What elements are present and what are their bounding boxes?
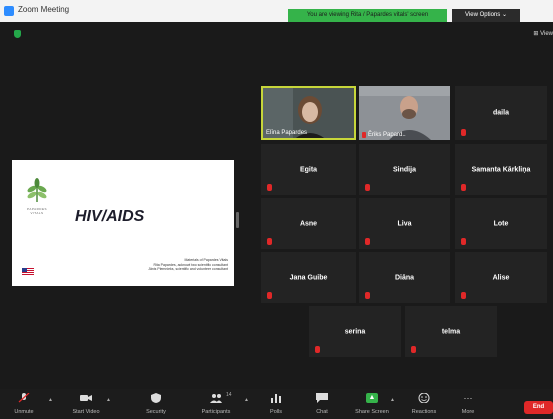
- shield-icon: [151, 393, 161, 403]
- caret-up-icon[interactable]: ▲: [106, 397, 111, 403]
- muted-mic-icon: [365, 238, 370, 245]
- participant-name: serina: [344, 328, 366, 335]
- caret-up-icon[interactable]: ▲: [390, 397, 395, 403]
- start-video-button[interactable]: Start Video: [64, 393, 108, 419]
- participant-tile[interactable]: Lote: [455, 198, 547, 249]
- participant-name: Samanta Kārkliņa: [471, 166, 531, 173]
- participant-name: Liva: [397, 220, 412, 227]
- muted-mic-icon: [411, 346, 416, 353]
- reactions-label: Reactions: [411, 409, 437, 415]
- participant-tile[interactable]: Diāna: [359, 252, 450, 303]
- chat-button[interactable]: Chat: [300, 393, 344, 419]
- caret-up-icon[interactable]: ▲: [48, 397, 53, 403]
- participant-tile[interactable]: Jana Guibe: [261, 252, 356, 303]
- security-shield-icon[interactable]: [14, 30, 21, 38]
- participant-tile[interactable]: Alise: [455, 252, 547, 303]
- participant-name: Egita: [299, 166, 318, 173]
- credit-line: Jānis Plemnieks, scientific and voluntee…: [148, 267, 228, 272]
- participant-tile[interactable]: serina: [309, 306, 401, 357]
- polls-icon: [271, 394, 281, 403]
- muted-mic-icon: [461, 292, 466, 299]
- logo-text: PAPARDES VITALS: [27, 207, 47, 215]
- polls-label: Polls: [270, 409, 282, 415]
- shared-screen-slide: PAPARDES VITALS HIV/AIDS Materials of Pa…: [12, 160, 234, 286]
- participant-name-label: Ēriks Papard..: [362, 132, 406, 138]
- participant-name: Alise: [492, 274, 510, 281]
- reactions-button[interactable]: Reactions: [402, 393, 446, 419]
- view-toggle-label: View: [540, 31, 553, 37]
- unmute-label: Unmute: [14, 409, 34, 415]
- chat-label: Chat: [316, 409, 328, 415]
- muted-mic-icon: [461, 129, 466, 136]
- muted-mic-icon: [267, 292, 272, 299]
- participant-tile[interactable]: Egita: [261, 144, 356, 195]
- participant-name: Diāna: [394, 274, 415, 281]
- participants-label: Participants: [201, 409, 231, 415]
- zoom-logo-icon: [4, 6, 14, 16]
- papardes-logo-icon: [27, 178, 47, 202]
- muted-mic-icon: [267, 238, 272, 245]
- title-bar: Zoom Meeting You are viewing Rita / Papa…: [0, 0, 553, 22]
- grid-icon: ⊞: [533, 31, 539, 37]
- participant-name: daila: [493, 109, 509, 117]
- participant-name: Lote: [493, 220, 509, 227]
- participant-name: Asne: [299, 220, 318, 227]
- participant-tile[interactable]: Samanta Kārkliņa: [455, 144, 547, 195]
- participant-name-label: Elīna Papardes: [266, 130, 307, 136]
- share-screen-button[interactable]: ▲ Share Screen: [350, 393, 394, 419]
- unmute-button[interactable]: Unmute: [2, 393, 46, 419]
- participant-name: Elīna Papardes: [266, 130, 308, 136]
- muted-mic-icon: [362, 132, 366, 138]
- participant-name: Ēriks Papard..: [368, 132, 406, 138]
- participant-tile[interactable]: daila: [455, 86, 547, 140]
- participant-name: Jana Guibe: [289, 274, 328, 281]
- muted-mic-icon: [267, 184, 272, 191]
- muted-mic-icon: [365, 184, 370, 191]
- slide-credits: Materials of Papardes Vitals Rita Papard…: [84, 258, 228, 272]
- share-screen-label: Share Screen: [355, 409, 389, 415]
- security-button[interactable]: Security: [134, 393, 178, 419]
- view-options-button[interactable]: View Options ⌄: [452, 9, 520, 22]
- muted-mic-icon: [315, 346, 320, 353]
- participant-tile[interactable]: Liva: [359, 198, 450, 249]
- participants-count: 14: [226, 392, 232, 398]
- video-off-icon: [80, 395, 92, 401]
- slide-title: HIV/AIDS: [75, 208, 145, 225]
- emoji-icon: [418, 393, 430, 403]
- polls-button[interactable]: Polls: [254, 393, 298, 419]
- more-button[interactable]: ··· More: [446, 393, 490, 419]
- share-screen-icon: ▲: [366, 393, 378, 403]
- participant-tile[interactable]: Sindija: [359, 144, 450, 195]
- participant-name: Sindija: [393, 166, 416, 173]
- muted-mic-icon: [365, 292, 370, 299]
- participant-video-tile[interactable]: Ēriks Papard..: [359, 86, 450, 140]
- start-video-label: Start Video: [72, 409, 100, 415]
- more-icon: ···: [463, 393, 473, 403]
- participant-video-tile[interactable]: Elīna Papardes: [261, 86, 356, 140]
- more-label: More: [461, 409, 475, 415]
- us-flag-icon: [22, 268, 34, 276]
- muted-mic-icon: [461, 238, 466, 245]
- meeting-toolbar: Unmute ▲ Start Video ▲ Security Particip…: [0, 389, 553, 419]
- muted-mic-icon: [18, 393, 30, 403]
- caret-up-icon[interactable]: ▲: [244, 397, 249, 403]
- screen-share-banner: You are viewing Rita / Papardes vitals' …: [288, 9, 447, 22]
- participant-name: telma: [441, 328, 461, 335]
- window-title: Zoom Meeting: [18, 5, 70, 14]
- chat-icon: [316, 393, 328, 403]
- split-view-handle[interactable]: [236, 212, 239, 228]
- muted-mic-icon: [461, 184, 466, 191]
- security-label: Security: [146, 409, 166, 415]
- participants-icon: [210, 394, 222, 403]
- participant-tile[interactable]: Asne: [261, 198, 356, 249]
- end-meeting-button[interactable]: End: [524, 401, 553, 414]
- participant-tile[interactable]: telma: [405, 306, 497, 357]
- view-toggle[interactable]: ⊞ View: [533, 30, 553, 37]
